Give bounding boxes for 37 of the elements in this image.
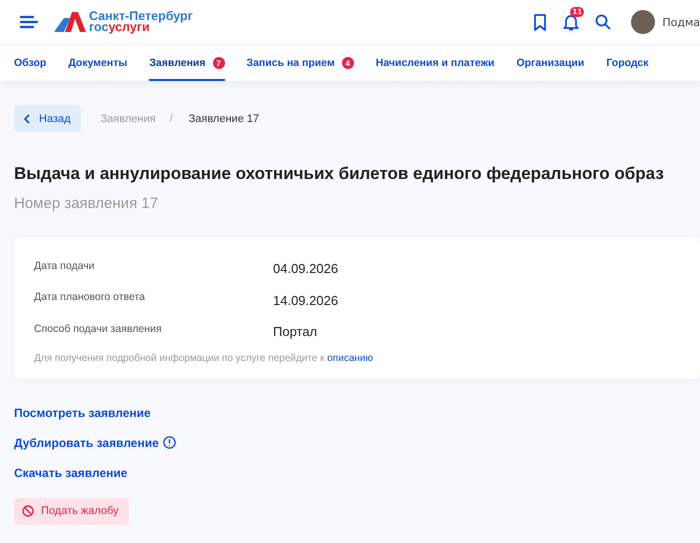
avatar[interactable] bbox=[631, 10, 656, 34]
detail-value: Портал bbox=[273, 324, 318, 340]
nav-tab[interactable]: Организации bbox=[516, 45, 584, 81]
page-title: Выдача и аннулирование охотничьих билетов единого федерального образ bbox=[14, 164, 665, 184]
info-text: Для получения подробной информации по услуге перейдите к описанию bbox=[34, 352, 374, 364]
info-icon[interactable] bbox=[162, 436, 176, 449]
chevron-left-icon bbox=[24, 114, 30, 124]
detail-label: Дата планового ответа bbox=[34, 291, 146, 304]
nav-tab[interactable]: Начисления и платежи bbox=[376, 45, 494, 81]
count-badge: 4 bbox=[342, 57, 354, 69]
breadcrumb-link[interactable]: Заявление 17 bbox=[188, 112, 260, 124]
nav-tab[interactable]: Обзор bbox=[14, 45, 46, 81]
detail-value: 04.09.2026 bbox=[273, 261, 338, 276]
action-link[interactable]: Посмотреть заявление bbox=[14, 406, 151, 420]
breadcrumb-separator: / bbox=[170, 112, 173, 124]
nav-tab[interactable]: Заявления 7 bbox=[149, 45, 225, 81]
prohibited-icon bbox=[22, 505, 34, 517]
nav-tab[interactable]: Городск bbox=[606, 45, 649, 81]
detail-value: 14.09.2026 bbox=[273, 292, 338, 308]
complaint-button[interactable]: Подать жалобу bbox=[14, 498, 129, 524]
description-link[interactable]: описанию bbox=[327, 352, 373, 364]
nav-tab[interactable]: Запись на прием 4 bbox=[246, 45, 354, 81]
user-name[interactable]: Подма bbox=[662, 16, 700, 28]
detail-label: Дата подачи bbox=[34, 260, 96, 272]
menu-icon[interactable] bbox=[20, 15, 38, 29]
nav-tab[interactable]: Документы bbox=[68, 45, 128, 81]
detail-label: Способ подачи заявления bbox=[34, 322, 163, 335]
bell-icon[interactable] bbox=[563, 13, 580, 31]
back-button[interactable]: Назад bbox=[14, 105, 81, 132]
logo-text: Санкт-Петербург госуслуги bbox=[89, 11, 193, 33]
application-number: Номер заявления 17 bbox=[14, 195, 160, 212]
action-link[interactable]: Дублировать заявление bbox=[14, 436, 159, 450]
logo-icon bbox=[54, 12, 86, 32]
bookmark-icon[interactable] bbox=[533, 14, 548, 30]
search-icon[interactable] bbox=[595, 14, 612, 30]
action-link[interactable]: Скачать заявление bbox=[14, 466, 128, 480]
count-badge: 7 bbox=[212, 57, 225, 69]
